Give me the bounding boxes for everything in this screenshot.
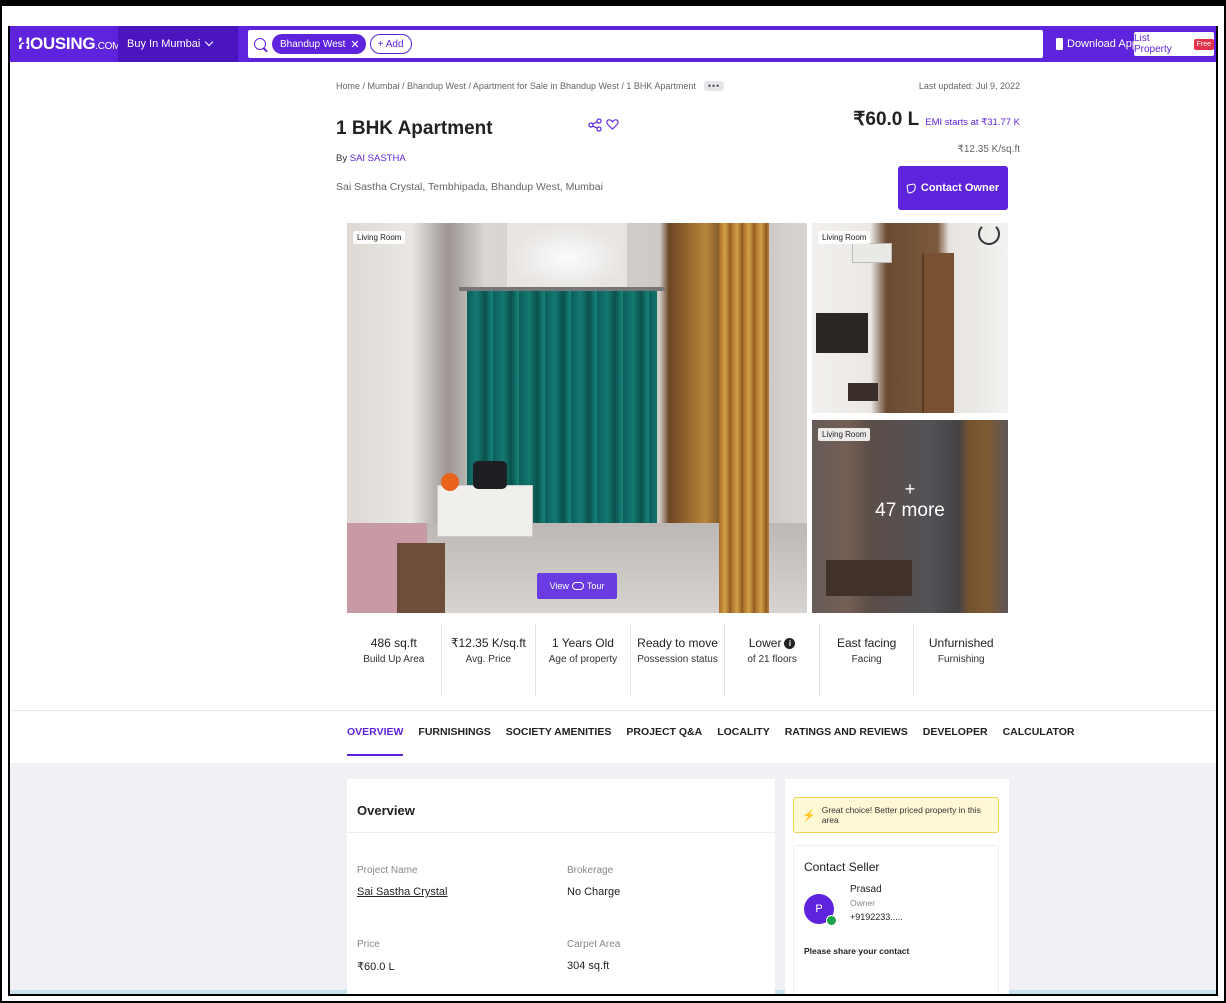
section-tabs: OVERVIEW FURNISHINGS SOCIETY AMENITIES P… (347, 726, 1090, 756)
share-contact-prompt: Please share your contact (804, 946, 910, 956)
tab-developer[interactable]: DEVELOPER (923, 726, 988, 756)
tab-calculator[interactable]: CALCULATOR (1003, 726, 1075, 756)
list-property-button[interactable]: List Property Free (1134, 32, 1214, 56)
contact-sidebar: ⚡ Great choice! Better priced property i… (785, 779, 1009, 994)
developer-link[interactable]: SAI SASTHA (350, 153, 406, 164)
lightning-icon: ⚡ (802, 809, 816, 822)
search-chip-bhandup-west[interactable]: Bhandup West ✕ (272, 34, 366, 54)
add-locality-button[interactable]: + Add (369, 34, 412, 54)
last-updated: Last updated: Jul 9, 2022 (918, 81, 1020, 91)
developer-byline: By SAI SASTHA (336, 153, 406, 164)
emi-link[interactable]: EMI starts at ₹31.77 K (925, 117, 1020, 128)
share-icon[interactable] (588, 118, 602, 132)
more-photos-overlay[interactable]: + 47 more (812, 480, 1008, 522)
tab-locality[interactable]: LOCALITY (717, 726, 770, 756)
stat-facing: East facing Facing (820, 624, 915, 696)
search-bar[interactable]: Bhandup West ✕ + Add (248, 30, 1043, 58)
contact-seller-card: Contact Seller P Prasad Owner +9192233..… (793, 845, 999, 994)
price-per-sqft: ₹12.35 K/sq.ft (957, 144, 1020, 155)
stat-possession: Ready to move Possession status (631, 624, 726, 696)
project-name-link[interactable]: Sai Sastha Crystal (357, 886, 447, 898)
price-block: ₹60.0 L EMI starts at ₹31.77 K (853, 108, 1020, 131)
phone-call-icon (906, 182, 917, 194)
top-navbar: HOUSING .COM Buy In Mumbai Bhandup West ✕… (10, 26, 1216, 62)
chevron-down-icon (205, 37, 214, 47)
tab-project-qa[interactable]: PROJECT Q&A (626, 726, 702, 756)
page-title: 1 BHK Apartment (336, 118, 493, 139)
field-project-name: Project Name Sai Sastha Crystal (357, 865, 448, 898)
price-amount: ₹60.0 L (853, 109, 920, 130)
tab-ratings-reviews[interactable]: RATINGS AND REVIEWS (785, 726, 908, 756)
view-tour-button[interactable]: View Tour (537, 573, 617, 599)
stat-avg-price: ₹12.35 K/sq.ft Avg. Price (442, 624, 537, 696)
property-highlights: 486 sq.ft Build Up Area ₹12.35 K/sq.ft A… (347, 624, 1008, 696)
more-photos-count: 47 more (875, 500, 945, 521)
info-icon[interactable]: i (784, 638, 796, 649)
city-dropdown[interactable]: Buy In Mumbai (118, 26, 238, 62)
tab-overview[interactable]: OVERVIEW (347, 726, 404, 756)
main-photo[interactable]: Living Room View Tour (347, 223, 807, 613)
heart-icon[interactable] (606, 118, 619, 131)
promo-banner: ⚡ Great choice! Better priced property i… (793, 797, 999, 833)
contact-owner-button[interactable]: Contact Owner (898, 166, 1008, 210)
field-brokerage: Brokerage No Charge (567, 865, 621, 898)
side-photo-top[interactable]: Living Room (812, 223, 1008, 413)
vr-goggles-icon (571, 582, 584, 590)
seller-role: Owner (850, 898, 876, 908)
download-app-link[interactable]: Download App (1056, 26, 1138, 62)
seller-phone: +9192233..... (850, 912, 903, 922)
side-photo-more[interactable]: Living Room + 47 more (812, 420, 1008, 613)
phone-icon (1056, 38, 1063, 50)
stat-furnishing: Unfurnished Furnishing (928, 636, 994, 665)
field-price: Price ₹60.0 L (357, 939, 395, 973)
section-divider (10, 710, 1216, 711)
property-address: Sai Sastha Crystal, Tembhipada, Bhandup … (336, 181, 603, 193)
photo-tag: Living Room (353, 231, 406, 244)
photo-tag: Living Room (818, 231, 871, 244)
tab-furnishings[interactable]: FURNISHINGS (418, 726, 490, 756)
stat-floor: Lower i of 21 floors (725, 624, 820, 696)
search-icon (254, 38, 266, 50)
free-badge: Free (1193, 38, 1214, 50)
stat-age: 1 Years Old Age of property (536, 624, 631, 696)
seller-name: Prasad (850, 884, 882, 895)
overview-title: Overview (347, 779, 775, 833)
verified-icon (826, 915, 837, 926)
breadcrumb-more-button[interactable]: ••• (703, 81, 725, 91)
contact-seller-title: Contact Seller (804, 860, 880, 874)
breadcrumb-text[interactable]: Home / Mumbai / Bhandup West / Apartment… (336, 81, 696, 91)
stat-build-up-area: 486 sq.ft Build Up Area (347, 624, 442, 696)
photo-gallery: Living Room View Tour Living Room Living… (347, 223, 1008, 613)
housing-logo[interactable]: HOUSING .COM (10, 26, 120, 62)
overview-card: Overview Project Name Sai Sastha Crystal… (347, 779, 775, 994)
field-carpet-area: Carpet Area 304 sq.ft (567, 939, 621, 972)
property-page: HOUSING .COM Buy In Mumbai Bhandup West ✕… (8, 26, 1218, 996)
close-icon[interactable]: ✕ (350, 38, 359, 51)
tab-society-amenities[interactable]: SOCIETY AMENITIES (506, 726, 612, 756)
avatar: P (804, 894, 837, 926)
photo-tag: Living Room (818, 428, 871, 441)
breadcrumb: Home / Mumbai / Bhandup West / Apartment… (336, 81, 725, 91)
